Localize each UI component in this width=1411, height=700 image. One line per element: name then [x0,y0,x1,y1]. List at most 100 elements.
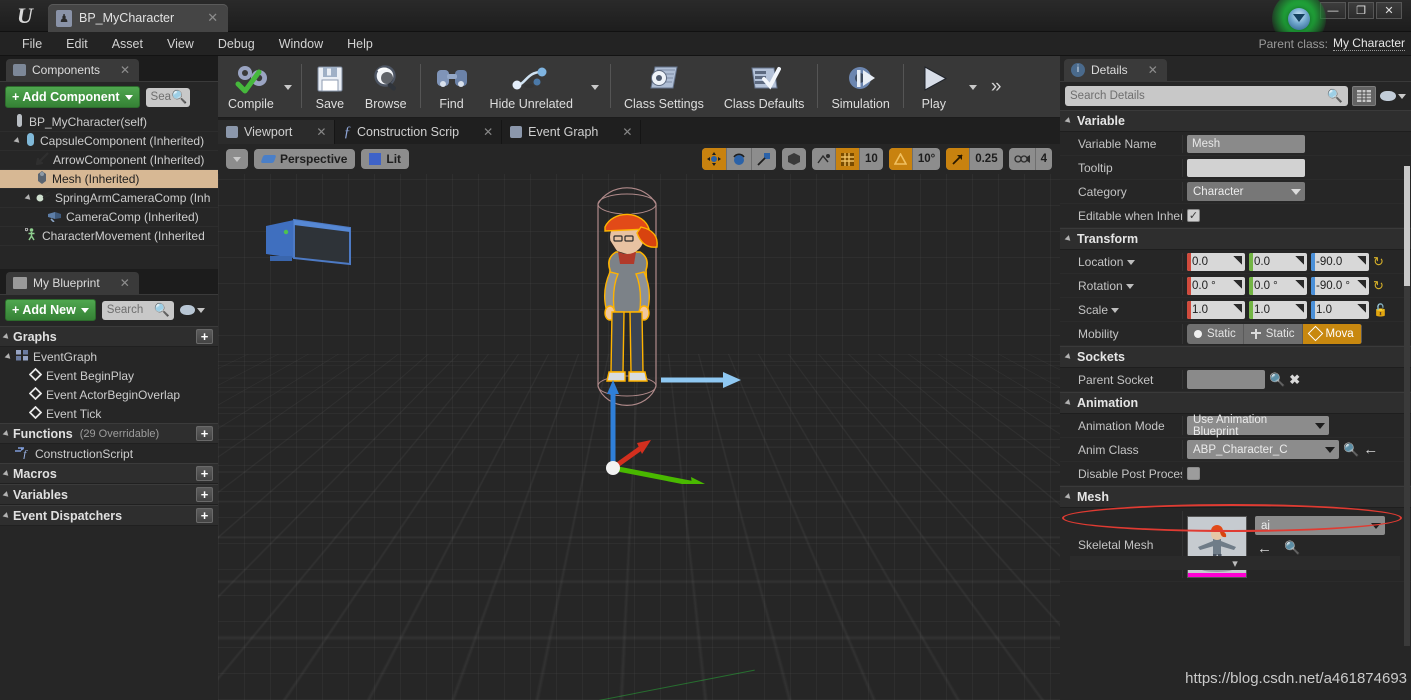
coordinate-system-button[interactable] [782,148,807,170]
section-add-button[interactable]: + [196,508,213,523]
camera-speed-value[interactable]: 4 [1036,148,1052,170]
my-blueprint-item[interactable]: Event BeginPlay [0,366,218,385]
expander-icon[interactable] [2,511,11,520]
menu-item-view[interactable]: View [155,32,206,56]
view-mode-button[interactable]: Perspective [254,149,356,169]
location-x-input[interactable]: 0.0 ° [1187,276,1245,295]
angle-snap-toggle[interactable] [888,148,913,170]
tab-components[interactable]: Components ✕ [6,59,140,81]
toolbar-hide-unrelated[interactable]: Hide Unrelated [480,56,583,118]
spinner-icon[interactable] [1233,279,1242,290]
component-tree-row[interactable]: CapsuleComponent (Inherited) [0,132,218,151]
toolbar-overflow-button[interactable]: » [985,56,1008,118]
play-dropdown-button[interactable] [961,56,985,118]
reset-to-default-icon[interactable]: ↻ [1373,254,1384,270]
grid-snap-toggle[interactable] [836,148,861,170]
tab-construction-script[interactable]: ƒ Construction Scrip ✕ [335,120,503,144]
shading-mode-button[interactable]: Lit [361,149,410,169]
details-section-header[interactable]: Variable [1060,110,1411,132]
toolbar-class-defaults[interactable]: Class Defaults [714,56,815,118]
location-y-input[interactable]: 0.0 [1249,252,1307,271]
animation-mode-combo[interactable]: Use Animation Blueprint [1187,414,1329,438]
spinner-icon[interactable] [1295,303,1304,314]
expander-icon[interactable] [1064,117,1073,125]
toolbar-class-settings[interactable]: Class Settings [614,56,714,118]
viewport-menu-button[interactable] [226,149,248,169]
toolbar-save[interactable]: Save [305,56,355,118]
mobility-option-2[interactable]: Static [1244,323,1303,344]
menu-item-help[interactable]: Help [335,32,385,56]
expander-icon[interactable] [1064,353,1073,361]
viewport[interactable]: Perspective Lit 10 10° 0.25 4 [218,144,1060,700]
close-icon[interactable]: ✕ [483,125,493,139]
transform-tools-group[interactable] [702,148,777,170]
category-combo[interactable]: Character [1187,182,1305,201]
scale-snap-value[interactable]: 0.25 [970,148,1002,170]
angle-snap-value[interactable]: 10° [913,148,940,170]
world-space-icon[interactable] [782,148,806,170]
my-blueprint-section-header[interactable]: Functions (29 Overridable) + [0,423,218,444]
my-blueprint-item[interactable]: Event ActorBeginOverlap [0,385,218,404]
my-blueprint-section-header[interactable]: Variables + [0,484,218,505]
visibility-options-button[interactable] [179,305,205,315]
skeletal-mesh-combo[interactable]: aj [1255,516,1385,535]
my-blueprint-item[interactable]: EventGraph [0,347,218,366]
expander-icon[interactable] [1064,399,1073,407]
surface-snap-icon[interactable] [812,148,837,170]
add-new-button[interactable]: + Add New [5,299,96,321]
add-component-button[interactable]: + Add Component [5,86,140,108]
location-z-input[interactable]: -90.0 ° [1311,276,1369,295]
menu-item-debug[interactable]: Debug [206,32,267,56]
menu-item-file[interactable]: File [10,32,54,56]
grid-snap-value[interactable]: 10 [860,148,883,170]
spinner-icon[interactable] [1233,303,1242,314]
spinner-icon[interactable] [1357,279,1366,290]
spinner-icon[interactable] [1233,255,1242,266]
use-selected-icon[interactable]: ← [1257,540,1272,557]
location-z-input[interactable]: 1.0 [1311,300,1369,319]
my-blueprint-section-header[interactable]: Event Dispatchers + [0,505,218,526]
scale-snap-toggle[interactable] [946,148,971,170]
search-icon[interactable]: 🔍 [1284,540,1300,557]
close-icon[interactable]: ✕ [120,276,130,290]
my-blueprint-section-header[interactable]: Graphs + [0,326,218,347]
search-icon[interactable]: 🔍 [1343,442,1359,458]
chevron-down-icon[interactable] [1126,259,1135,265]
component-tree-row[interactable]: CameraComp (Inherited) [0,208,218,227]
close-icon[interactable]: ✕ [1148,63,1158,77]
use-selected-icon[interactable]: ← [1363,441,1378,458]
location-x-input[interactable]: 1.0 [1187,300,1245,319]
expander-icon[interactable] [4,352,13,361]
expander-icon[interactable] [2,469,11,478]
my-blueprint-search-input[interactable]: Search 🔍 [101,300,174,320]
unreal-logo-icon[interactable]: U [8,3,42,29]
close-icon[interactable]: ✕ [622,125,632,139]
toolbar-play[interactable]: Play [907,56,961,118]
clear-icon[interactable]: ✖ [1289,372,1300,388]
scrollbar-thumb[interactable] [1404,166,1410,286]
mobility-option-3[interactable]: Mova [1302,323,1362,344]
my-blueprint-item[interactable]: f ConstructionScript [0,444,218,463]
maximize-button[interactable]: ❐ [1348,2,1374,19]
details-section-header[interactable]: Sockets [1060,346,1411,368]
reset-to-default-icon[interactable]: ↻ [1373,278,1384,294]
spinner-icon[interactable] [1295,279,1304,290]
spinner-icon[interactable] [1357,303,1366,314]
translate-gizmo[interactable] [573,354,763,484]
my-blueprint-section-header[interactable]: Macros + [0,463,218,484]
asset-tab[interactable]: ♟ BP_MyCharacter ✕ [48,4,229,32]
scale-gizmo-icon[interactable] [752,148,776,170]
translate-gizmo-icon[interactable] [702,148,728,170]
location-z-input[interactable]: -90.0 [1311,252,1369,271]
parent-class-value[interactable]: My Character [1332,36,1405,51]
details-scrollbar[interactable] [1404,166,1410,646]
tab-my-blueprint[interactable]: My Blueprint ✕ [6,272,139,294]
section-add-button[interactable]: + [196,466,213,481]
editable-when-inherited-checkbox[interactable]: ✓ [1187,209,1200,222]
details-section-header[interactable]: Animation [1060,392,1411,414]
location-y-input[interactable]: 0.0 ° [1249,276,1307,295]
section-add-button[interactable]: + [196,487,213,502]
parent-socket-input[interactable] [1187,370,1265,389]
compile-dropdown-button[interactable] [283,56,298,118]
variable-name-input[interactable]: Mesh [1187,134,1305,153]
